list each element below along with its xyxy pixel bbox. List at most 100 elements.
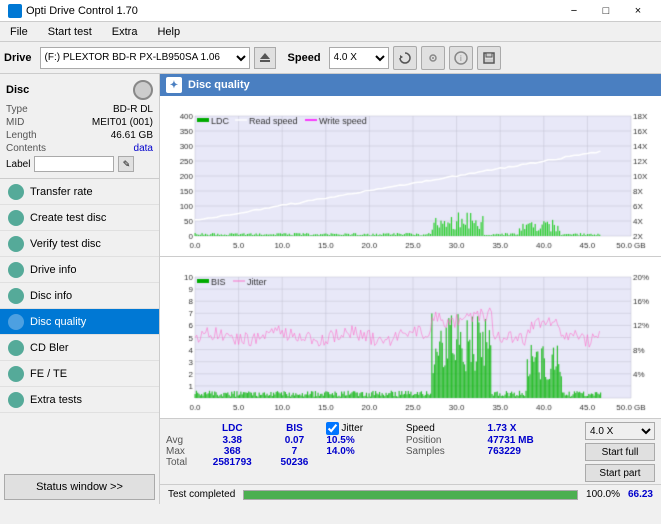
length-label: Length [6, 130, 37, 141]
speed-select[interactable]: 4.0 X 2.0 X 8.0 X [329, 47, 389, 69]
stats-data-table: LDC BIS Jitter Speed 1.73 X [166, 422, 577, 468]
max-bis: 7 [269, 446, 321, 457]
sidebar-item-transfer-rate[interactable]: Transfer rate [0, 179, 159, 205]
sidebar-item-create-test-disc[interactable]: Create test disc [0, 205, 159, 231]
progress-bar-container [243, 490, 578, 500]
stats-total-row: Total 2581793 50236 [166, 457, 577, 468]
refresh-icon [398, 51, 412, 65]
menu-file[interactable]: File [4, 24, 34, 40]
eject-button[interactable] [254, 47, 276, 69]
sidebar-item-cd-bler[interactable]: CD Bler [0, 335, 159, 361]
refresh-button[interactable] [393, 46, 417, 70]
svg-text:i: i [460, 54, 462, 63]
app-title: Opti Drive Control 1.70 [26, 5, 138, 17]
menubar: File Start test Extra Help [0, 22, 661, 42]
max-label: Max [166, 446, 196, 457]
bottom-chart [160, 257, 661, 418]
status-text: Test completed [168, 489, 235, 500]
close-button[interactable]: × [623, 2, 653, 20]
type-label: Type [6, 104, 28, 115]
ldc-col-header: LDC [196, 422, 269, 435]
max-ldc: 368 [196, 446, 269, 457]
info-button[interactable]: i [449, 46, 473, 70]
nav-label-extra-tests: Extra tests [30, 394, 82, 406]
nav-label-verify-test-disc: Verify test disc [30, 238, 101, 250]
label-edit-button[interactable]: ✎ [118, 156, 134, 172]
save-button[interactable] [477, 46, 501, 70]
total-bis: 50236 [269, 457, 321, 468]
panel-title: Disc quality [188, 79, 250, 91]
avg-bis: 0.07 [269, 435, 321, 446]
drive-info-icon [8, 262, 24, 278]
speed-header: Speed [400, 422, 484, 435]
samples-value: 763229 [484, 446, 577, 457]
menu-help[interactable]: Help [151, 24, 186, 40]
sidebar-item-verify-test-disc[interactable]: Verify test disc [0, 231, 159, 257]
info-icon: i [454, 51, 468, 65]
disc-label-row: Label ✎ [6, 156, 153, 172]
maximize-button[interactable]: □ [591, 2, 621, 20]
sidebar-nav: Transfer rate Create test disc Verify te… [0, 179, 159, 470]
panel-header: ✦ Disc quality [160, 74, 661, 96]
verify-test-disc-icon [8, 236, 24, 252]
sidebar-item-drive-info[interactable]: Drive info [0, 257, 159, 283]
type-value: BD-R DL [113, 104, 153, 115]
disc-info-icon [8, 288, 24, 304]
avg-jitter: 10.5% [320, 435, 400, 446]
stats-panel: LDC BIS Jitter Speed 1.73 X [160, 418, 661, 484]
toolbar: Drive (F:) PLEXTOR BD-R PX-LB950SA 1.06 … [0, 42, 661, 74]
disc-header: Disc [6, 80, 153, 100]
disc-type-row: Type BD-R DL [6, 104, 153, 115]
start-full-button[interactable]: Start full [585, 443, 655, 461]
start-part-button[interactable]: Start part [585, 464, 655, 482]
status-number: 66.23 [628, 489, 653, 500]
menu-starttest[interactable]: Start test [42, 24, 98, 40]
menu-extra[interactable]: Extra [106, 24, 144, 40]
disc-length-row: Length 46.61 GB [6, 130, 153, 141]
save-icon [482, 51, 496, 65]
statusbar: Test completed 100.0% 66.23 [160, 484, 661, 504]
minimize-button[interactable]: − [559, 2, 589, 20]
settings-button[interactable] [421, 46, 445, 70]
nav-label-create-test-disc: Create test disc [30, 212, 106, 224]
disc-contents-row: Contents data [6, 143, 153, 154]
label-label: Label [6, 159, 30, 170]
sidebar-item-disc-quality[interactable]: Disc quality [0, 309, 159, 335]
jitter-checkbox[interactable] [326, 422, 339, 435]
nav-label-disc-info: Disc info [30, 290, 72, 302]
run-speed-select[interactable]: 4.0 X [585, 422, 655, 440]
sidebar-item-extra-tests[interactable]: Extra tests [0, 387, 159, 413]
stats-table: LDC BIS Jitter Speed 1.73 X [166, 422, 577, 468]
nav-label-fe-te: FE / TE [30, 368, 67, 380]
nav-label-cd-bler: CD Bler [30, 342, 69, 354]
drive-select[interactable]: (F:) PLEXTOR BD-R PX-LB950SA 1.06 [40, 47, 250, 69]
label-input[interactable] [34, 156, 114, 172]
cd-bler-icon [8, 340, 24, 356]
control-buttons: 4.0 X Start full Start part [585, 422, 655, 482]
stats-header-row: LDC BIS Jitter Speed 1.73 X [166, 422, 577, 435]
charts-area: LDC BIS Jitter Speed 1.73 X [160, 96, 661, 484]
sidebar-item-disc-info[interactable]: Disc info [0, 283, 159, 309]
bis-col-header: BIS [269, 422, 321, 435]
mid-value: MEIT01 (001) [92, 117, 153, 128]
avg-ldc: 3.38 [196, 435, 269, 446]
panel-icon: ✦ [166, 77, 182, 93]
speed-label: Speed [288, 52, 321, 64]
disc-quality-icon [8, 314, 24, 330]
speed-value-header: 1.73 X [484, 422, 577, 435]
max-jitter: 14.0% [320, 446, 400, 457]
jitter-checkbox-label[interactable]: Jitter [326, 422, 400, 435]
right-panel: ✦ Disc quality LDC [160, 74, 661, 504]
nav-label-disc-quality: Disc quality [30, 316, 86, 328]
position-value: 47731 MB [484, 435, 577, 446]
sidebar-item-fe-te[interactable]: FE / TE [0, 361, 159, 387]
top-chart [160, 96, 661, 256]
total-label: Total [166, 457, 196, 468]
bottom-chart-container [160, 256, 661, 418]
top-chart-container [160, 96, 661, 256]
drive-label: Drive [4, 52, 32, 64]
app-icon [8, 4, 22, 18]
status-window-button[interactable]: Status window >> [4, 474, 155, 500]
nav-label-drive-info: Drive info [30, 264, 76, 276]
disc-icon [133, 80, 153, 100]
